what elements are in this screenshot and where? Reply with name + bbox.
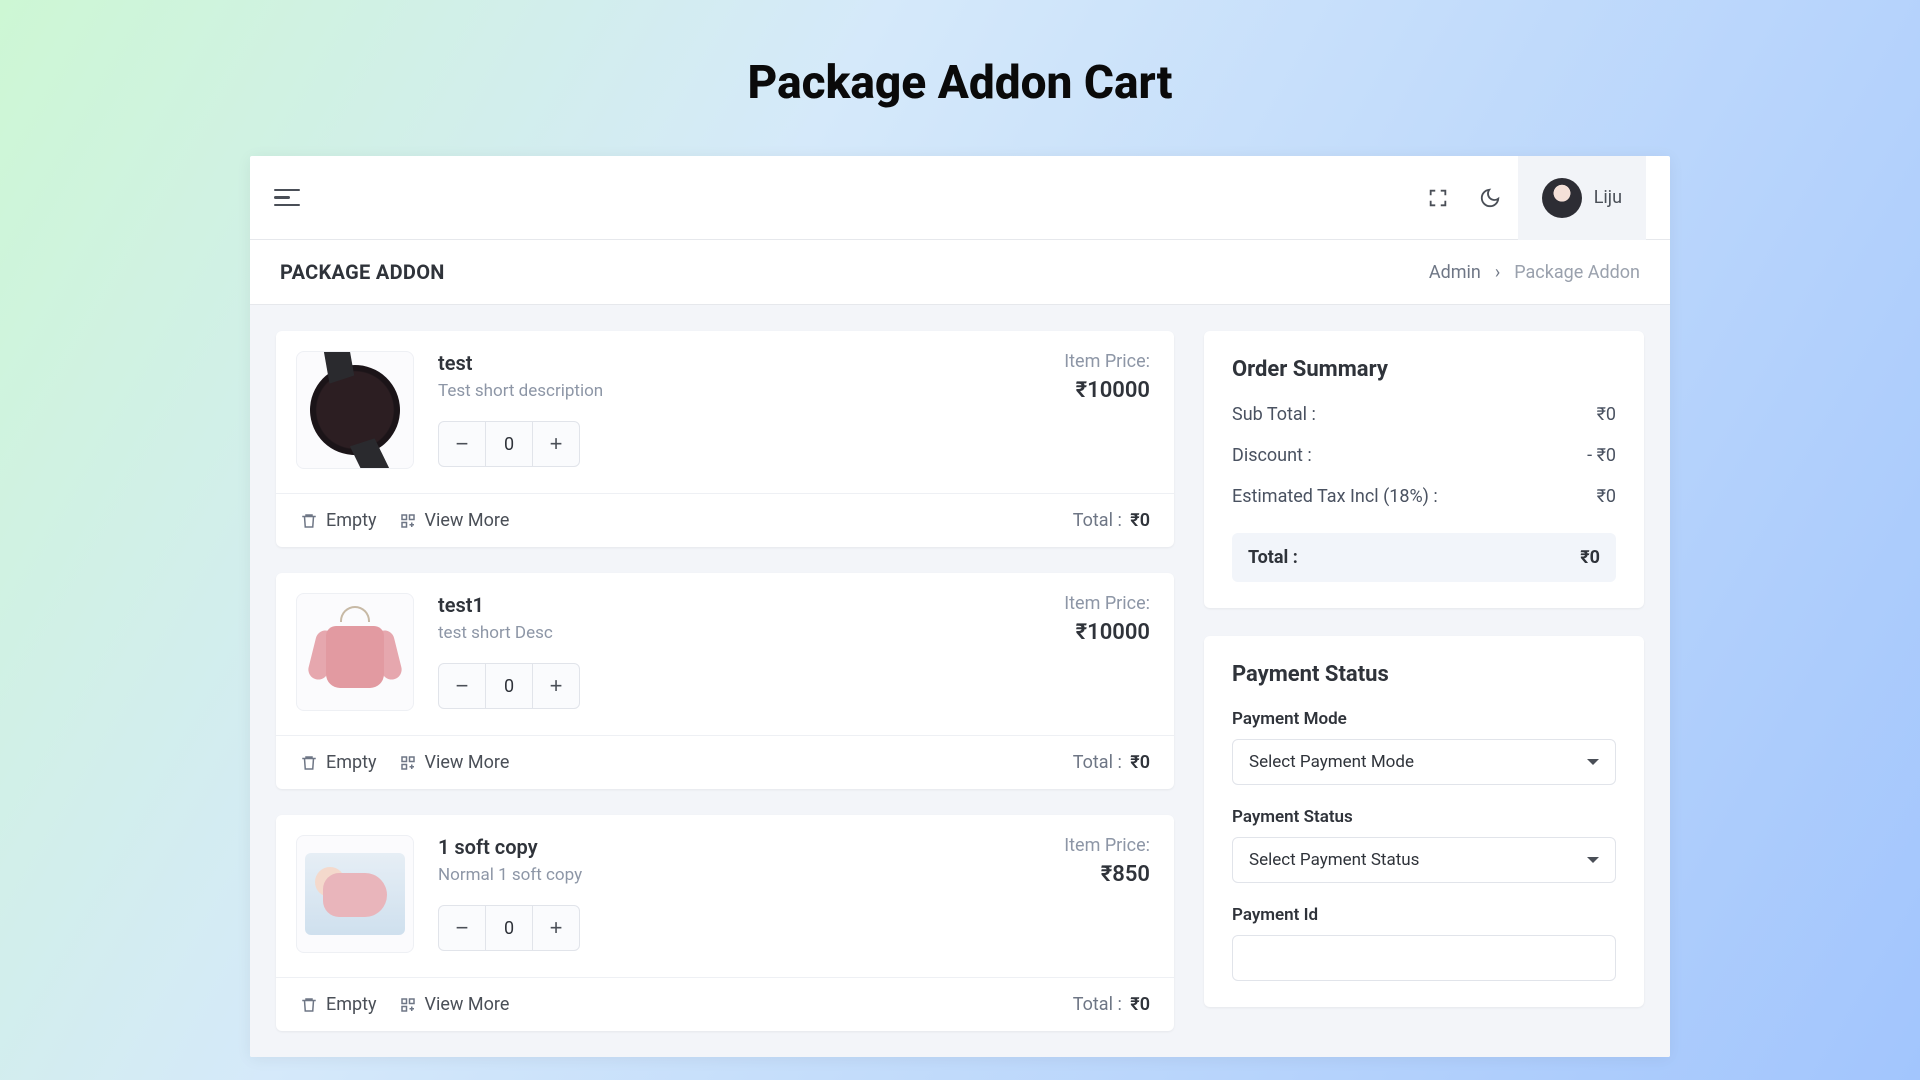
item-total: Total : ₹0	[1073, 510, 1150, 531]
breadcrumb-root[interactable]: Admin	[1429, 262, 1481, 283]
chevron-down-icon	[1587, 759, 1599, 765]
user-menu[interactable]: Liju	[1518, 156, 1646, 240]
side-column: Order Summary Sub Total :₹0 Discount :- …	[1204, 331, 1644, 1031]
items-column: test Test short description − 0 + Item P…	[276, 331, 1174, 1031]
payment-mode-value: Select Payment Mode	[1249, 752, 1414, 772]
quantity-value: 0	[485, 422, 533, 466]
payment-status-select[interactable]: Select Payment Status	[1232, 837, 1616, 883]
decrement-button[interactable]: −	[439, 422, 485, 466]
breadcrumb: Admin › Package Addon	[1429, 262, 1640, 283]
user-name: Liju	[1594, 187, 1622, 208]
item-thumbnail	[296, 593, 414, 711]
view-more-label: View More	[425, 994, 510, 1015]
payment-mode-select[interactable]: Select Payment Mode	[1232, 739, 1616, 785]
chevron-right-icon: ›	[1495, 262, 1500, 283]
cart-item: 1 soft copy Normal 1 soft copy − 0 + Ite…	[276, 815, 1174, 1031]
item-description: Normal 1 soft copy	[438, 865, 1040, 885]
fullscreen-icon	[1427, 187, 1449, 209]
payment-id-label: Payment Id	[1232, 905, 1616, 925]
increment-button[interactable]: +	[533, 664, 579, 708]
view-more-button[interactable]: View More	[399, 994, 510, 1015]
summary-row-subtotal: Sub Total :₹0	[1232, 404, 1616, 425]
quantity-value: 0	[485, 906, 533, 950]
empty-button[interactable]: Empty	[300, 994, 377, 1015]
quantity-stepper: − 0 +	[438, 905, 580, 951]
decrement-button[interactable]: −	[439, 906, 485, 950]
view-more-button[interactable]: View More	[399, 752, 510, 773]
payment-status-title: Payment Status	[1232, 662, 1616, 687]
order-summary-title: Order Summary	[1232, 357, 1616, 382]
item-price-label: Item Price:	[1064, 835, 1150, 856]
item-price-value: ₹850	[1064, 862, 1150, 887]
avatar	[1542, 178, 1582, 218]
view-more-label: View More	[425, 752, 510, 773]
item-name: test	[438, 351, 1040, 375]
trash-icon	[300, 996, 318, 1014]
topbar: Liju	[250, 156, 1670, 240]
content: test Test short description − 0 + Item P…	[250, 305, 1670, 1057]
page-title: PACKAGE ADDON	[280, 260, 445, 284]
payment-mode-label: Payment Mode	[1232, 709, 1616, 729]
item-description: Test short description	[438, 381, 1040, 401]
quantity-value: 0	[485, 664, 533, 708]
payment-status-value: Select Payment Status	[1249, 850, 1419, 870]
empty-label: Empty	[326, 510, 377, 531]
menu-toggle-button[interactable]	[274, 184, 300, 212]
item-description: test short Desc	[438, 623, 1040, 643]
payment-id-input[interactable]	[1232, 935, 1616, 981]
summary-row-total: Total :₹0	[1232, 533, 1616, 582]
moon-icon	[1479, 187, 1501, 209]
view-more-label: View More	[425, 510, 510, 531]
empty-button[interactable]: Empty	[300, 752, 377, 773]
empty-button[interactable]: Empty	[300, 510, 377, 531]
app-window: Liju PACKAGE ADDON Admin › Package Addon…	[250, 156, 1670, 1057]
increment-button[interactable]: +	[533, 906, 579, 950]
decrement-button[interactable]: −	[439, 664, 485, 708]
payment-status-label: Payment Status	[1232, 807, 1616, 827]
item-name: test1	[438, 593, 1040, 617]
summary-row-tax: Estimated Tax Incl (18%) :₹0	[1232, 486, 1616, 507]
breadcrumb-current: Package Addon	[1514, 262, 1640, 283]
trash-icon	[300, 512, 318, 530]
item-total: Total : ₹0	[1073, 752, 1150, 773]
item-thumbnail	[296, 351, 414, 469]
increment-button[interactable]: +	[533, 422, 579, 466]
subheader: PACKAGE ADDON Admin › Package Addon	[250, 240, 1670, 305]
order-summary-panel: Order Summary Sub Total :₹0 Discount :- …	[1204, 331, 1644, 608]
quantity-stepper: − 0 +	[438, 421, 580, 467]
fullscreen-button[interactable]	[1418, 178, 1458, 218]
item-thumbnail	[296, 835, 414, 953]
item-price-value: ₹10000	[1064, 378, 1150, 403]
item-total: Total : ₹0	[1073, 994, 1150, 1015]
empty-label: Empty	[326, 752, 377, 773]
theme-toggle-button[interactable]	[1470, 178, 1510, 218]
cart-item: test Test short description − 0 + Item P…	[276, 331, 1174, 547]
quantity-stepper: − 0 +	[438, 663, 580, 709]
view-more-icon	[399, 512, 417, 530]
item-name: 1 soft copy	[438, 835, 1040, 859]
empty-label: Empty	[326, 994, 377, 1015]
chevron-down-icon	[1587, 857, 1599, 863]
cart-item: test1 test short Desc − 0 + Item Price: …	[276, 573, 1174, 789]
view-more-button[interactable]: View More	[399, 510, 510, 531]
page-heading: Package Addon Cart	[748, 56, 1173, 110]
view-more-icon	[399, 754, 417, 772]
item-price-label: Item Price:	[1064, 351, 1150, 372]
view-more-icon	[399, 996, 417, 1014]
payment-status-panel: Payment Status Payment Mode Select Payme…	[1204, 636, 1644, 1007]
item-price-label: Item Price:	[1064, 593, 1150, 614]
item-price-value: ₹10000	[1064, 620, 1150, 645]
summary-row-discount: Discount :- ₹0	[1232, 445, 1616, 466]
trash-icon	[300, 754, 318, 772]
